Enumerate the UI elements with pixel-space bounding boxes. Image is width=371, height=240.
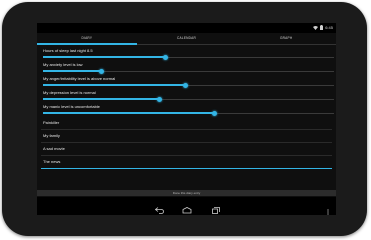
recent-apps-icon[interactable] bbox=[212, 201, 220, 215]
tab-bar: DIARY CALENDAR GRAPH bbox=[37, 34, 336, 45]
back-icon[interactable] bbox=[154, 201, 164, 215]
tablet-frame: 6:45 DIARY CALENDAR GRAPH Hours of sleep… bbox=[2, 2, 367, 236]
slider-label: My manic level is uncomfortable bbox=[43, 104, 100, 109]
text-field-value: A sad movie bbox=[43, 146, 65, 151]
text-field-value: The news bbox=[43, 159, 61, 164]
slider-label: My anger/irritability level is above nor… bbox=[43, 76, 116, 81]
text-field-value: Painkiller bbox=[43, 120, 60, 125]
anger-slider[interactable] bbox=[43, 82, 334, 88]
tab-graph[interactable]: GRAPH bbox=[236, 34, 336, 44]
wifi-icon bbox=[313, 25, 319, 30]
slider-row-anxiety: My anxiety level is low bbox=[41, 61, 334, 75]
text-field-family[interactable]: My family bbox=[41, 130, 332, 143]
status-time: 6:45 bbox=[325, 25, 333, 30]
slider-fill bbox=[43, 98, 160, 100]
tab-diary[interactable]: DIARY bbox=[37, 34, 137, 45]
diary-entry-list: Hours of sleep last night 8.5 My anxiety… bbox=[41, 47, 334, 169]
text-field-news[interactable]: The news bbox=[41, 156, 332, 169]
done-entry-button[interactable]: Done this diary entry bbox=[37, 190, 336, 196]
overflow-menu-icon[interactable] bbox=[327, 202, 329, 215]
slider-thumb[interactable] bbox=[98, 68, 104, 74]
manic-slider[interactable] bbox=[43, 110, 334, 116]
slider-row-depression: My depression level is normal bbox=[41, 89, 334, 103]
slider-row-anger: My anger/irritability level is above nor… bbox=[41, 75, 334, 89]
slider-thumb[interactable] bbox=[212, 110, 218, 116]
screen: 6:45 DIARY CALENDAR GRAPH Hours of sleep… bbox=[37, 23, 336, 215]
text-field-value: My family bbox=[43, 133, 60, 138]
slider-fill bbox=[43, 112, 215, 114]
slider-label: Hours of sleep last night 8.5 bbox=[43, 48, 93, 53]
slider-row-sleep: Hours of sleep last night 8.5 bbox=[41, 47, 334, 61]
slider-thumb[interactable] bbox=[156, 96, 162, 102]
battery-icon bbox=[320, 25, 324, 30]
status-bar: 6:45 bbox=[37, 23, 336, 33]
slider-fill bbox=[43, 84, 186, 86]
depression-slider[interactable] bbox=[43, 96, 334, 102]
slider-fill bbox=[43, 56, 166, 58]
anxiety-slider[interactable] bbox=[43, 68, 334, 74]
sleep-slider[interactable] bbox=[43, 54, 334, 60]
navigation-bar bbox=[37, 197, 336, 215]
slider-thumb[interactable] bbox=[183, 82, 189, 88]
tab-calendar[interactable]: CALENDAR bbox=[137, 34, 237, 44]
slider-row-manic: My manic level is uncomfortable bbox=[41, 103, 334, 117]
slider-label: My anxiety level is low bbox=[43, 62, 83, 67]
text-field-sad-movie[interactable]: A sad movie bbox=[41, 143, 332, 156]
text-field-painkiller[interactable]: Painkiller bbox=[41, 117, 332, 130]
slider-fill bbox=[43, 70, 102, 72]
slider-label: My depression level is normal bbox=[43, 90, 96, 95]
home-icon[interactable] bbox=[182, 201, 192, 215]
slider-thumb[interactable] bbox=[162, 54, 168, 60]
